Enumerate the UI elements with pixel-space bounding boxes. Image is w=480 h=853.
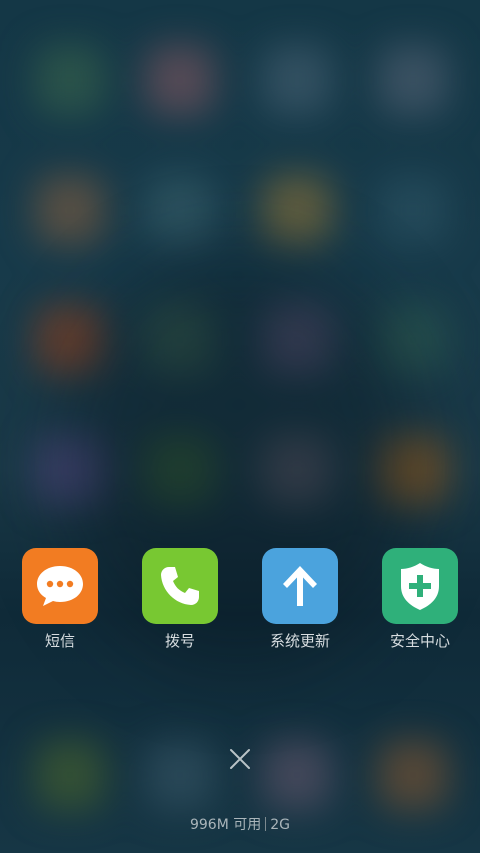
recent-app-messages[interactable]: 短信 [0,548,120,650]
recent-app-label: 短信 [44,632,75,650]
clear-all-button[interactable] [225,744,255,774]
memory-total: 2G [270,817,291,833]
memory-status: 996M 可用 2G [0,815,480,835]
recent-apps-row: 短信 拨号 系统更新 安全中心 [0,548,480,658]
message-icon [22,548,98,624]
recent-app-dialer[interactable]: 拨号 [120,548,240,650]
divider [265,817,267,831]
recent-app-label: 系统更新 [269,632,330,650]
recent-app-label: 拨号 [164,632,195,650]
recent-app-system-update[interactable]: 系统更新 [240,548,360,650]
shield-plus-icon [382,548,458,624]
memory-available: 996M 可用 [189,817,262,833]
phone-icon [142,548,218,624]
recent-app-label: 安全中心 [389,632,450,650]
recent-app-security[interactable]: 安全中心 [360,548,480,650]
recents-screen: 短信 拨号 系统更新 安全中心 996M 可用 2G [0,0,480,853]
close-icon [230,749,250,769]
arrow-up-icon [262,548,338,624]
